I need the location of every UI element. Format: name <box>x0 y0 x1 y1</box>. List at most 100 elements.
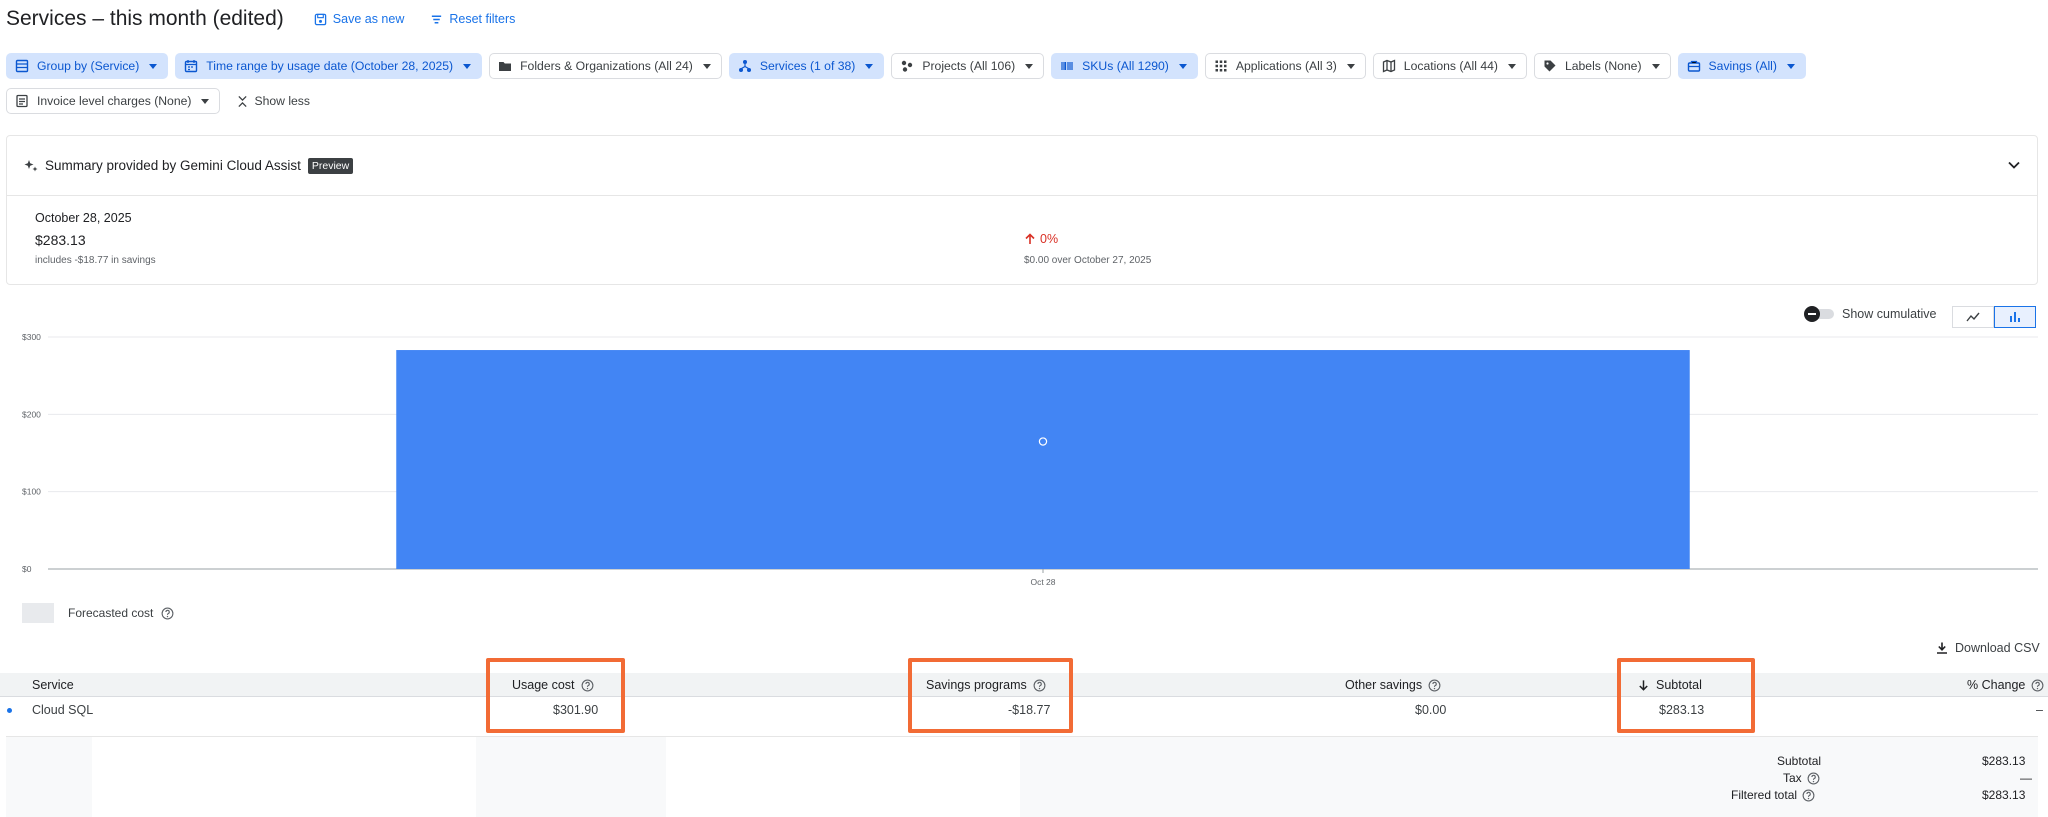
sparkle-icon <box>24 159 38 171</box>
subtotal-label: Subtotal <box>1777 754 1822 768</box>
services-icon <box>738 60 751 72</box>
chevron-down-icon <box>1346 63 1355 69</box>
preview-badge: Preview <box>307 157 354 174</box>
filter-chips-row-2: Invoice level charges (None) Show less <box>6 88 310 114</box>
bar[interactable] <box>396 350 1690 569</box>
chevron-down-icon <box>1507 63 1516 69</box>
y-tick-label: $0 <box>22 564 32 574</box>
gemini-summary-card: Summary provided by Gemini Cloud Assist … <box>6 135 2038 285</box>
projects-icon <box>902 60 913 72</box>
skus-chip[interactable]: SKUs (All 1290) <box>1051 53 1198 79</box>
column-header-pct-change[interactable]: % Change <box>1967 678 2044 692</box>
invoice-charges-chip[interactable]: Invoice level charges (None) <box>6 88 221 114</box>
table-header: Service Usage cost Savings programs Othe… <box>0 673 2048 697</box>
line-chart-icon <box>1966 312 1980 322</box>
filtered-total-line: Filtered total <box>1731 788 1815 802</box>
page-title: Services – this month (edited) <box>6 7 284 30</box>
projects-label: Projects (All 106) <box>922 59 1016 73</box>
group-by-chip[interactable]: Group by (Service) <box>6 53 169 79</box>
cell-other-savings: $0.00 <box>1415 703 1447 717</box>
cumulative-toggle[interactable] <box>1804 306 1836 322</box>
forecast-swatch <box>22 603 54 623</box>
help-icon[interactable] <box>1807 772 1820 785</box>
column-label: Usage cost <box>512 678 575 692</box>
chart-legend: Forecasted cost <box>22 603 174 623</box>
summary-date: October 28, 2025 <box>35 211 132 225</box>
column-label: % Change <box>1967 678 2026 692</box>
folders-label: Folders & Organizations (All 24) <box>520 59 693 73</box>
forecasted-cost-label: Forecasted cost <box>68 606 154 620</box>
invoice-charges-label: Invoice level charges (None) <box>37 94 192 108</box>
collapse-vertical-icon <box>238 95 248 107</box>
page-header: Services – this month (edited) Save as n… <box>6 6 541 32</box>
group-by-label: Group by (Service) <box>37 59 140 73</box>
help-icon[interactable] <box>1428 679 1441 692</box>
reset-filters-button[interactable]: Reset filters <box>430 12 515 26</box>
download-csv-label: Download CSV <box>1955 641 2040 655</box>
column-header-subtotal[interactable]: Subtotal <box>1637 678 1702 692</box>
arrow-down-sort-icon <box>1639 679 1648 691</box>
help-icon[interactable] <box>581 679 594 692</box>
chevron-down-icon <box>1651 63 1660 69</box>
show-less-label: Show less <box>254 94 310 108</box>
tax-value: — <box>2020 771 2032 785</box>
show-less-button[interactable]: Show less <box>237 94 310 108</box>
applications-chip[interactable]: Applications (All 3) <box>1204 53 1366 79</box>
help-icon[interactable] <box>161 607 174 620</box>
series-color-dot <box>7 708 12 713</box>
summary-amount: $283.13 <box>35 232 86 248</box>
chevron-down-icon[interactable] <box>2005 156 2023 174</box>
chevron-down-icon <box>702 63 711 69</box>
applications-label: Applications (All 3) <box>1235 59 1337 73</box>
summary-savings-note: includes -$18.77 in savings <box>35 255 156 266</box>
cost-bar-chart: $0 $100 $200 $300 Oct 28 <box>22 332 2038 587</box>
column-label: Service <box>32 678 74 692</box>
barcode-icon <box>1061 62 1073 70</box>
labels-chip[interactable]: Labels (None) <box>1533 53 1671 79</box>
savings-chip[interactable]: Savings (All) <box>1677 53 1806 79</box>
download-csv-button[interactable]: Download CSV <box>1935 641 2040 655</box>
bar-chart-icon <box>2010 312 2020 322</box>
summary-change-detail: $0.00 over October 27, 2025 <box>1024 255 1152 266</box>
cell-subtotal: $283.13 <box>1659 703 1705 717</box>
cell-savings-programs: -$18.77 <box>1008 703 1051 717</box>
chevron-down-icon <box>865 63 874 69</box>
label-tag-icon <box>1544 60 1556 72</box>
time-range-chip[interactable]: Time range by usage date (October 28, 20… <box>175 53 483 79</box>
column-header-service[interactable]: Service <box>32 678 74 692</box>
filtered-total-value: $283.13 <box>1982 788 2026 802</box>
column-label: Savings programs <box>926 678 1027 692</box>
column-header-savings-programs[interactable]: Savings programs <box>926 678 1046 692</box>
folders-chip[interactable]: Folders & Organizations (All 24) <box>489 53 722 79</box>
help-icon[interactable] <box>2031 679 2044 692</box>
services-label: Services (1 of 38) <box>759 59 856 73</box>
services-chip[interactable]: Services (1 of 38) <box>728 53 885 79</box>
summary-change-value: 0% <box>1040 232 1059 246</box>
column-header-other-savings[interactable]: Other savings <box>1345 678 1441 692</box>
cell-service: Cloud SQL <box>32 703 94 717</box>
locations-chip[interactable]: Locations (All 44) <box>1372 53 1527 79</box>
projects-chip[interactable]: Projects (All 106) <box>891 53 1045 79</box>
chevron-down-icon <box>1025 63 1034 69</box>
cell-pct-change: – <box>2036 703 2043 717</box>
summary-header[interactable]: Summary provided by Gemini Cloud Assist … <box>7 136 2037 196</box>
column-label: Subtotal <box>1656 678 1702 692</box>
help-icon[interactable] <box>1802 789 1815 802</box>
toggle-knob <box>1804 306 1820 322</box>
x-tick-label: Oct 28 <box>1030 577 1055 587</box>
save-as-new-button[interactable]: Save as new <box>314 12 404 26</box>
redacted-area <box>92 737 476 817</box>
help-icon[interactable] <box>1033 679 1046 692</box>
invoice-icon <box>16 94 28 108</box>
column-header-usage-cost[interactable]: Usage cost <box>512 678 594 692</box>
y-tick-label: $100 <box>22 487 41 497</box>
map-icon <box>1382 59 1395 73</box>
tax-label: Tax <box>1783 771 1802 785</box>
table-icon <box>15 59 29 73</box>
table-row[interactable]: Cloud SQL $301.90 -$18.77 $0.00 $283.13 … <box>0 697 2048 723</box>
show-cumulative-control: Show cumulative <box>1804 306 1937 322</box>
tax-line: Tax <box>1783 771 1820 785</box>
arrow-up-icon <box>1025 233 1035 244</box>
download-icon <box>1937 642 1947 654</box>
reset-filters-label: Reset filters <box>449 12 516 26</box>
